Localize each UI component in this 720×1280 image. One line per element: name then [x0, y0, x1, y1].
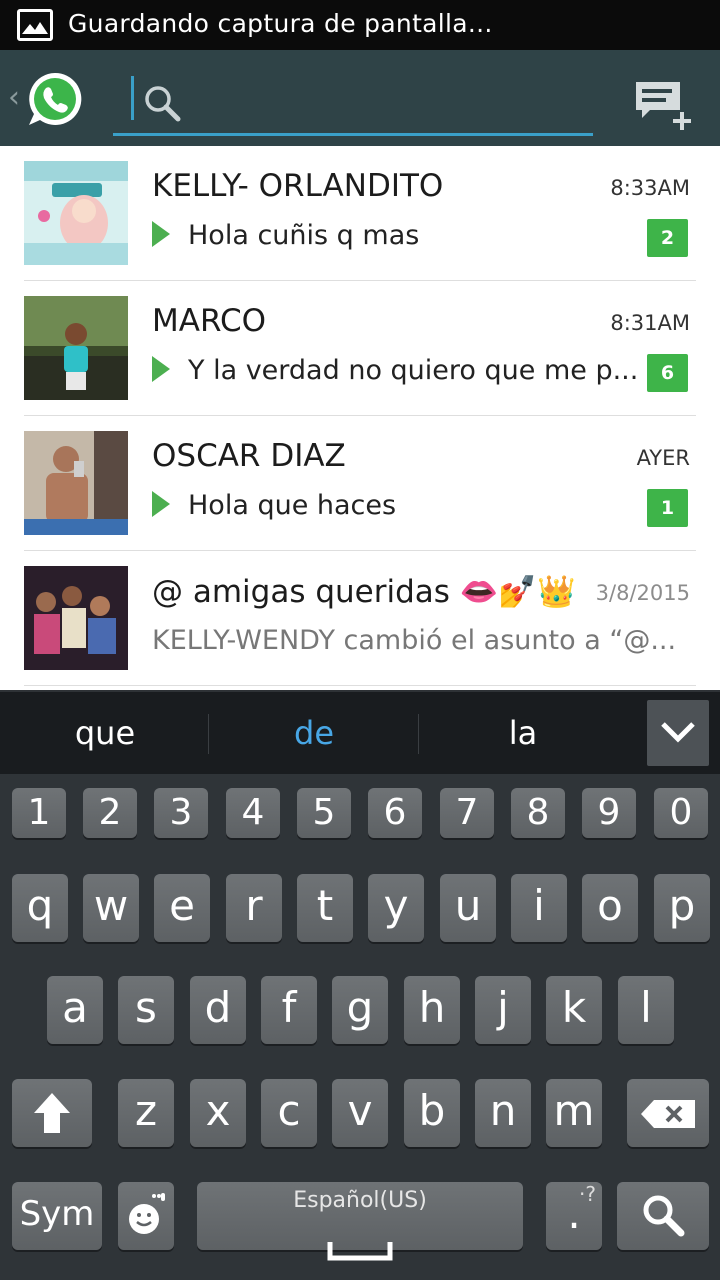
key-8[interactable]: 8 [511, 788, 565, 838]
chat-name: @ amigas queridas 👄💅👑 [152, 574, 576, 610]
search-key[interactable] [617, 1182, 709, 1250]
key-w[interactable]: w [83, 874, 139, 942]
delivered-arrow-icon [152, 221, 170, 247]
key-6[interactable]: 6 [368, 788, 422, 838]
chat-row[interactable]: @ amigas queridas 👄💅👑 3/8/2015 KELLY-WEN… [0, 551, 720, 686]
key-c[interactable]: c [261, 1079, 317, 1147]
chat-name: KELLY- ORLANDITO [152, 168, 444, 204]
key-n[interactable]: n [475, 1079, 531, 1147]
period-key-hint: ·? [579, 1182, 596, 1206]
chat-last-message: Y la verdad no quiero que me p... [152, 355, 642, 386]
key-1[interactable]: 1 [12, 788, 66, 838]
key-h[interactable]: h [404, 976, 460, 1044]
sym-key[interactable]: Sym [12, 1182, 102, 1250]
key-y[interactable]: y [368, 874, 424, 942]
chat-time: 8:31AM [610, 311, 690, 335]
key-u[interactable]: u [440, 874, 496, 942]
key-m[interactable]: m [546, 1079, 602, 1147]
whatsapp-logo-icon[interactable] [26, 70, 84, 128]
backspace-icon [641, 1100, 695, 1128]
key-d[interactable]: d [190, 976, 246, 1044]
emoji-key[interactable] [118, 1182, 174, 1250]
period-key[interactable]: ·? . [546, 1182, 602, 1250]
suggestion-2[interactable]: de [214, 714, 414, 752]
key-k[interactable]: k [546, 976, 602, 1044]
space-key-label: Español(US) [293, 1188, 427, 1213]
status-bar: Guardando captura de pantalla... [0, 0, 720, 50]
unread-badge: 6 [647, 354, 688, 392]
key-9[interactable]: 9 [582, 788, 636, 838]
key-p[interactable]: p [654, 874, 710, 942]
key-s[interactable]: s [118, 976, 174, 1044]
chat-list: KELLY- ORLANDITO 8:33AM Hola cuñis q mas… [0, 146, 720, 690]
divider [208, 714, 209, 754]
key-j[interactable]: j [475, 976, 531, 1044]
shift-arrow-icon [34, 1093, 70, 1133]
space-bar-icon [327, 1242, 393, 1261]
new-chat-icon[interactable] [634, 80, 694, 134]
shift-key[interactable] [12, 1079, 92, 1147]
key-z[interactable]: z [118, 1079, 174, 1147]
avatar[interactable] [24, 161, 128, 265]
chat-time: AYER [636, 446, 690, 470]
chat-row[interactable]: MARCO 8:31AM Y la verdad no quiero que m… [0, 281, 720, 416]
divider [418, 714, 419, 754]
chat-time: 3/8/2015 [595, 581, 690, 605]
keyboard: 1 2 3 4 5 6 7 8 9 0 q w e r t y u i o p … [0, 774, 720, 1280]
key-2[interactable]: 2 [83, 788, 137, 838]
key-7[interactable]: 7 [440, 788, 494, 838]
key-o[interactable]: o [582, 874, 638, 942]
chat-row[interactable]: KELLY- ORLANDITO 8:33AM Hola cuñis q mas… [0, 146, 720, 281]
unread-badge: 2 [647, 219, 688, 257]
chat-row[interactable]: OSCAR DIAZ AYER Hola que haces 1 [0, 416, 720, 551]
avatar[interactable] [24, 431, 128, 535]
key-t[interactable]: t [297, 874, 353, 942]
key-r[interactable]: r [226, 874, 282, 942]
key-v[interactable]: v [332, 1079, 388, 1147]
chevron-down-icon [661, 722, 695, 743]
screenshot-icon [17, 9, 53, 41]
key-g[interactable]: g [332, 976, 388, 1044]
chat-name: OSCAR DIAZ [152, 438, 346, 474]
key-f[interactable]: f [261, 976, 317, 1044]
key-i[interactable]: i [511, 874, 567, 942]
text-cursor [131, 76, 134, 120]
chat-last-message: KELLY-WENDY cambió el asunto a “@... [152, 625, 677, 656]
emoji-face-icon [129, 1193, 165, 1234]
key-e[interactable]: e [154, 874, 210, 942]
chat-last-message: Hola cuñis q mas [152, 220, 642, 251]
search-icon [643, 1195, 685, 1237]
key-a[interactable]: a [47, 976, 103, 1044]
key-3[interactable]: 3 [154, 788, 208, 838]
suggestion-1[interactable]: que [5, 714, 205, 752]
search-icon [143, 84, 181, 126]
key-q[interactable]: q [12, 874, 68, 942]
chat-name: MARCO [152, 303, 266, 339]
key-4[interactable]: 4 [226, 788, 280, 838]
key-l[interactable]: l [618, 976, 674, 1044]
hide-keyboard-button[interactable] [647, 700, 709, 766]
status-notification-text: Guardando captura de pantalla... [68, 9, 493, 38]
avatar[interactable] [24, 566, 128, 670]
unread-badge: 1 [647, 489, 688, 527]
key-0[interactable]: 0 [654, 788, 708, 838]
search-field[interactable] [113, 72, 593, 136]
key-b[interactable]: b [404, 1079, 460, 1147]
delivered-arrow-icon [152, 356, 170, 382]
search-input[interactable] [191, 80, 581, 124]
key-5[interactable]: 5 [297, 788, 351, 838]
chat-last-message: Hola que haces [152, 490, 642, 521]
suggestion-bar: que de la [0, 690, 720, 774]
back-chevron-icon[interactable]: ‹ [8, 80, 20, 115]
delivered-arrow-icon [152, 491, 170, 517]
key-x[interactable]: x [190, 1079, 246, 1147]
divider [24, 685, 696, 686]
suggestion-3[interactable]: la [423, 714, 623, 752]
backspace-key[interactable] [627, 1079, 709, 1147]
avatar[interactable] [24, 296, 128, 400]
space-key[interactable]: Español(US) [197, 1182, 523, 1261]
action-bar: ‹ [0, 50, 720, 146]
chat-time: 8:33AM [610, 176, 690, 200]
